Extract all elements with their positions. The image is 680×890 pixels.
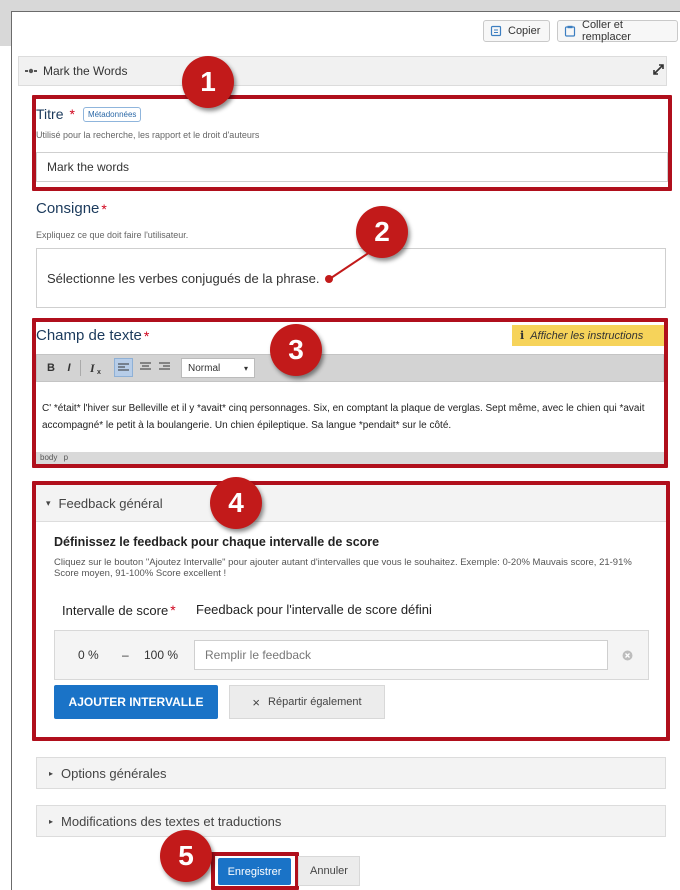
- badge-number: 5: [178, 840, 194, 871]
- required-mark: *: [143, 327, 150, 344]
- paste-replace-label: Coller et remplacer: [582, 19, 631, 43]
- feedback-heading: Définissez le feedback pour chaque inter…: [54, 535, 380, 549]
- annotation-badge-4: 4: [210, 477, 262, 529]
- add-interval-label: AJOUTER INTERVALLE: [68, 695, 204, 709]
- path-p[interactable]: p: [64, 453, 68, 462]
- feedback-help: Cliquez sur le bouton "Ajoutez Intervall…: [54, 557, 632, 579]
- info-icon: i: [520, 329, 525, 342]
- expand-icon[interactable]: [652, 63, 665, 76]
- save-label: Enregistrer: [227, 865, 282, 878]
- required-mark: *: [69, 106, 75, 122]
- bold-button[interactable]: B: [44, 360, 58, 376]
- title-input[interactable]: Mark the words: [36, 152, 668, 182]
- copy-label: Copier: [508, 25, 541, 37]
- interval-column-header: Intervalle de score *: [62, 602, 176, 618]
- format-select-value: Normal: [188, 362, 221, 374]
- instruction-input-value: Sélectionne les verbes conjugués de la p…: [47, 270, 320, 286]
- range-separator: –: [122, 648, 129, 662]
- instruction-description: Expliquez ce que doit faire l'utilisateu…: [36, 230, 189, 240]
- instruction-label: Consigne: [36, 200, 100, 217]
- cancel-button[interactable]: Annuler: [298, 856, 360, 886]
- remove-format-icon: Ix: [89, 361, 101, 375]
- general-options-label: Options générales: [61, 765, 167, 781]
- range-to[interactable]: 100 %: [144, 648, 178, 662]
- required-mark: *: [101, 200, 107, 217]
- required-mark: *: [170, 602, 176, 618]
- editor-screen: Copier Coller et remplacer Mark the Word…: [0, 0, 680, 890]
- align-left-icon: [118, 363, 129, 371]
- instruction-label-row: Consigne *: [36, 200, 107, 217]
- metadata-tag[interactable]: Métadonnées: [82, 106, 142, 122]
- title-description: Utilisé pour la recherche, les rapport e…: [36, 130, 260, 140]
- badge-number: 3: [288, 334, 304, 365]
- italic-label: I: [67, 362, 71, 374]
- close-icon: ×: [252, 694, 261, 710]
- distribute-evenly-button[interactable]: × Répartir également: [229, 685, 385, 719]
- title-label-row: Titre * Métadonnées: [36, 106, 142, 122]
- save-button[interactable]: Enregistrer: [218, 858, 291, 885]
- feedback-section-header[interactable]: ▾ Feedback général: [36, 485, 666, 522]
- remove-format-button[interactable]: Ix: [87, 359, 107, 377]
- align-right-button[interactable]: [156, 358, 175, 377]
- caret-right-icon: ▸: [49, 768, 54, 778]
- path-body[interactable]: body: [40, 453, 57, 462]
- element-path-bar: body p: [36, 452, 664, 464]
- svg-text:x: x: [97, 369, 101, 375]
- text-field-label: Champ de texte: [36, 327, 142, 344]
- align-center-button[interactable]: [137, 358, 156, 377]
- distribute-label: Répartir également: [268, 696, 362, 708]
- chevron-down-icon: ▾: [243, 363, 248, 373]
- text-field-label-row: Champ de texte *: [36, 327, 149, 344]
- italic-button[interactable]: I: [62, 360, 76, 376]
- show-instructions-button[interactable]: i Afficher les instructions: [512, 325, 664, 346]
- cancel-label: Annuler: [310, 865, 348, 877]
- rich-text-content: C' *était* l'hiver sur Belleville et il …: [42, 403, 645, 431]
- interval-column-label: Intervalle de score: [62, 602, 169, 618]
- align-center-icon: [140, 362, 151, 370]
- toolbar-divider: [80, 360, 81, 376]
- bold-label: B: [47, 362, 55, 374]
- title-input-value: Mark the words: [47, 160, 130, 174]
- badge-number: 2: [374, 216, 390, 247]
- feedback-column-label: Feedback pour l'intervalle de score défi…: [196, 602, 432, 617]
- feedback-placeholder: Remplir le feedback: [205, 648, 312, 662]
- feedback-input[interactable]: Remplir le feedback: [194, 640, 608, 670]
- texts-translations-label: Modifications des textes et traductions: [61, 813, 282, 829]
- align-left-button[interactable]: [114, 358, 133, 377]
- svg-text:I: I: [89, 361, 96, 375]
- annotation-pointer-2: [325, 251, 371, 283]
- mark-words-icon: [25, 68, 37, 74]
- annotation-badge-5: 5: [160, 830, 212, 882]
- format-select[interactable]: Normal ▾: [181, 358, 255, 378]
- section-texts-translations[interactable]: ▸ Modifications des textes et traduction…: [36, 805, 666, 837]
- add-interval-button[interactable]: AJOUTER INTERVALLE: [54, 685, 218, 719]
- section-general-options[interactable]: ▸ Options générales: [36, 757, 666, 789]
- header-title: Mark the Words: [43, 64, 128, 78]
- remove-interval-icon[interactable]: [622, 650, 633, 661]
- title-label: Titre: [36, 106, 64, 122]
- copy-button[interactable]: Copier: [483, 20, 550, 42]
- feedback-section-title: Feedback général: [58, 495, 163, 511]
- range-from[interactable]: 0 %: [78, 648, 99, 662]
- caret-down-icon: ▾: [46, 497, 51, 508]
- align-right-icon: [159, 362, 170, 370]
- annotation-badge-1: 1: [182, 56, 234, 108]
- content-type-header: Mark the Words: [18, 56, 667, 86]
- caret-right-icon: ▸: [49, 816, 54, 826]
- show-instructions-label: Afficher les instructions: [530, 329, 644, 342]
- copy-icon: [490, 25, 502, 37]
- paste-icon: [564, 25, 576, 37]
- badge-number: 4: [228, 487, 244, 518]
- annotation-badge-3: 3: [270, 324, 322, 376]
- paste-replace-button[interactable]: Coller et remplacer: [557, 19, 678, 43]
- badge-number: 1: [200, 66, 216, 97]
